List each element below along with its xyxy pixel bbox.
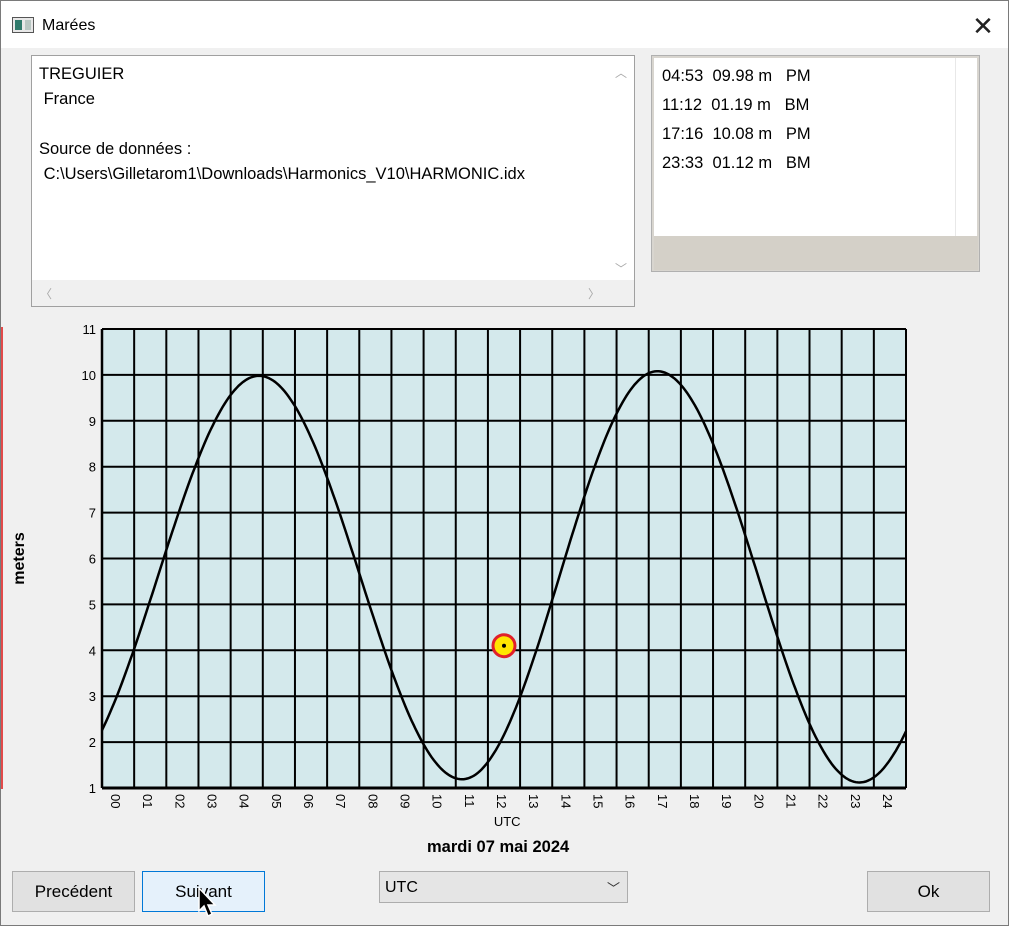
y-tick-label: 4 [89, 643, 96, 658]
x-tick-label: 15 [590, 794, 605, 808]
list-item[interactable]: 23:33 01.12 m BM [662, 154, 811, 173]
y-tick-label: 3 [89, 689, 96, 704]
x-tick-label: 24 [880, 794, 895, 808]
close-button[interactable]: ✕ [961, 7, 1005, 45]
title-bar: Marées ✕ [1, 1, 1008, 48]
tide-chart: 123456789101100 01 02 03 04 05 06 07 08 09 10 11 12 1… [11, 322, 908, 829]
station-info-text: TREGUIER France Source de données : C:\U… [39, 65, 525, 183]
date-label: mardi 07 mai 2024 [427, 838, 570, 856]
x-tick-label: 01 [140, 794, 155, 808]
x-tick-label: 21 [783, 794, 798, 808]
scroll-down-icon[interactable]: ﹀ [613, 260, 629, 276]
mouse-cursor-icon [198, 887, 217, 918]
scroll-left-icon[interactable]: 〈 [38, 285, 54, 301]
vertical-scrollbar[interactable]: ︿ ﹀ [608, 56, 634, 282]
list-item[interactable]: 11:12 01.19 m BM [662, 96, 809, 115]
chevron-down-icon: ﹀ [606, 881, 620, 896]
x-tick-label: 13 [526, 794, 541, 808]
tides-window: Marées ✕ TREGUIER France Source de donné… [0, 0, 1009, 926]
x-tick-label: 04 [237, 794, 252, 808]
y-tick-label: 9 [89, 414, 96, 429]
list-item[interactable]: 17:16 10.08 m PM [662, 125, 811, 144]
current-time-marker-dot [502, 643, 506, 648]
x-tick-label: 12 [494, 794, 509, 808]
x-tick-label: 03 [205, 794, 220, 808]
y-axis-label: meters [11, 532, 28, 585]
x-tick-label: 11 [462, 794, 477, 808]
station-info-box[interactable]: TREGUIER France Source de données : C:\U… [31, 55, 635, 307]
x-tick-label: 05 [269, 794, 284, 808]
x-tick-label: 09 [398, 794, 413, 808]
x-tick-label: 17 [655, 794, 670, 808]
x-tick-label: 19 [719, 794, 734, 808]
y-tick-label: 7 [89, 506, 96, 521]
list-empty-area [654, 236, 978, 270]
x-tick-label: 02 [172, 794, 187, 808]
x-tick-label: 18 [687, 794, 702, 808]
y-tick-label: 5 [89, 597, 96, 612]
y-tick-label: 2 [89, 735, 96, 750]
y-tick-label: 8 [89, 460, 96, 475]
ok-button[interactable]: Ok [867, 871, 990, 912]
tide-times-list[interactable]: 04:53 09.98 m PM 11:12 01.19 m BM 17:16 … [651, 55, 980, 272]
scroll-right-icon[interactable]: 〉 [586, 285, 602, 301]
timezone-select[interactable]: UTC ﹀ [379, 871, 628, 903]
x-tick-label: 20 [751, 794, 766, 808]
x-tick-label: 14 [558, 794, 573, 808]
x-tick-label: 08 [365, 794, 380, 808]
y-tick-label: 1 [89, 781, 96, 796]
y-tick-label: 11 [83, 322, 97, 337]
timezone-select-value: UTC [385, 879, 418, 896]
scroll-up-icon[interactable]: ︿ [613, 64, 629, 80]
x-tick-label: 06 [301, 794, 316, 808]
x-tick-label: 07 [333, 794, 348, 808]
y-tick-label: 6 [89, 552, 96, 567]
app-icon [12, 17, 34, 33]
x-tick-label: 22 [816, 794, 831, 808]
x-tick-label: 10 [430, 794, 445, 808]
x-tick-label: 16 [623, 794, 638, 808]
list-divider [955, 58, 956, 236]
previous-button[interactable]: Precédent [12, 871, 135, 912]
horizontal-scrollbar[interactable]: 〈 〉 [32, 280, 634, 306]
x-tick-label: 00 [108, 794, 123, 808]
window-title: Marées [42, 17, 96, 34]
y-tick-label: 10 [82, 368, 96, 383]
x-axis-label: UTC [494, 814, 521, 829]
x-tick-label: 23 [848, 794, 863, 808]
list-item[interactable]: 04:53 09.98 m PM [662, 67, 811, 86]
